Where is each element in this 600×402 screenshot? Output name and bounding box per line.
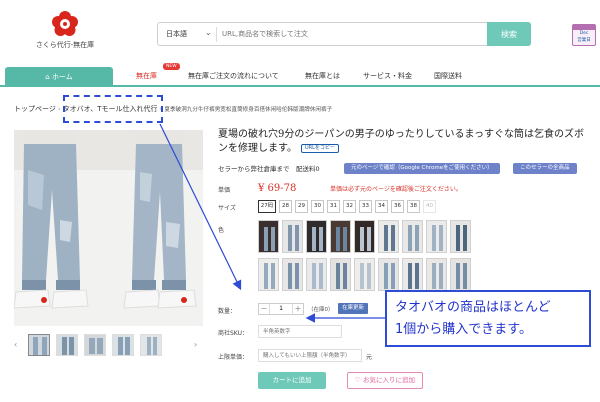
seller-items-button[interactable]: このセラーの全商品 [513, 163, 577, 174]
quantity-label: 数量： [218, 308, 237, 315]
site-logo[interactable]: さくら代行-無在庫 [30, 10, 100, 50]
limit-price-input[interactable] [258, 349, 362, 362]
sku-input[interactable] [258, 325, 342, 338]
business-calendar-icon[interactable]: Dec 営業日 [572, 24, 596, 46]
nav-item-shipping[interactable]: 国際送料 [434, 71, 462, 81]
language-select[interactable]: 日本語 [166, 29, 187, 39]
nav-home-label: ホーム [51, 73, 73, 81]
calendar-line1: Dec [579, 31, 589, 36]
quantity-stepper: － ＋ [258, 303, 304, 315]
limit-price-label: 上限単価： [218, 354, 249, 361]
qty-plus-button[interactable]: ＋ [292, 304, 303, 314]
size-option[interactable]: 36 [391, 200, 404, 213]
product-main-image[interactable] [14, 130, 203, 326]
thumbnail[interactable] [140, 334, 162, 356]
thumbnail[interactable] [84, 334, 106, 356]
chevron-down-icon[interactable]: ⌄ [205, 28, 212, 37]
calendar-line2: 営業日 [577, 38, 591, 43]
color-swatch[interactable] [354, 258, 375, 291]
size-option[interactable]: 32 [343, 200, 356, 213]
nav-item-order-flow[interactable]: 無在庫ご注文の流れについて [188, 71, 279, 81]
sku-label: 商社SKU： [218, 330, 248, 337]
nav-item-pricing[interactable]: サービス・料金 [363, 71, 412, 81]
nav-item-muzaiko[interactable]: 無在庫 [136, 71, 157, 81]
color-swatch[interactable] [330, 220, 351, 253]
home-icon: ⌂ [45, 73, 52, 81]
sakura-logo-icon [51, 10, 79, 36]
breadcrumb-current: 夏季破洞九分牛仔裤男宽松直筒修身百搭休闲哈伦韩版潮牌休闲裤子 [164, 107, 333, 113]
favorites-label: お気に入りに追加 [362, 376, 415, 384]
size-option[interactable]: 27码 [258, 200, 276, 213]
size-option[interactable]: 38 [407, 200, 420, 213]
limit-price-unit: 元 [366, 354, 373, 361]
size-option[interactable]: 29 [295, 200, 308, 213]
breadcrumb: トップページ › タオバオ、Tモール仕入れ代行 › 夏季破洞九分牛仔裤男宽松直筒修身百搭… [14, 105, 333, 113]
color-swatch[interactable] [402, 258, 423, 291]
breadcrumb-root[interactable]: トップページ [14, 105, 56, 113]
color-swatch[interactable] [426, 220, 447, 253]
stock-count: （在庫0） [308, 307, 334, 313]
color-swatch[interactable] [450, 220, 471, 253]
stock-update-button[interactable]: 在庫更新 [338, 303, 369, 314]
color-swatch[interactable] [258, 258, 279, 291]
heart-icon: ♡ [355, 376, 363, 384]
add-to-cart-button[interactable]: カートに追加 [258, 372, 326, 389]
new-badge: NEW [163, 63, 180, 70]
color-swatch[interactable] [330, 258, 351, 291]
thumbnail-strip: ‹ › [14, 334, 203, 356]
thumb-prev-button[interactable]: ‹ [14, 340, 17, 349]
color-swatch[interactable] [306, 258, 327, 291]
search-button[interactable]: 検索 [487, 22, 531, 46]
price-value: ¥ 69-78 [258, 183, 297, 194]
shipping-info: セラーから弊社倉庫まで 配送料0 [218, 165, 320, 173]
logo-text: さくら代行-無在庫 [35, 41, 95, 49]
size-option[interactable]: 31 [327, 200, 340, 213]
color-swatch[interactable] [450, 258, 471, 291]
size-label: サイズ [218, 205, 236, 212]
search-input[interactable] [222, 25, 486, 43]
thumbnail[interactable] [28, 334, 50, 356]
color-swatch[interactable] [426, 258, 447, 291]
annotation-line-2: 1個から購入できます。 [395, 322, 532, 337]
view-original-button[interactable]: 元のページで確認（Google Chromeをご使用ください） [344, 163, 500, 174]
color-swatch[interactable] [378, 258, 399, 291]
color-swatch[interactable] [258, 220, 279, 253]
thumb-next-button[interactable]: › [194, 340, 197, 349]
search-divider [216, 27, 217, 42]
annotation-line-1: タオバオの商品はほとんど [395, 300, 551, 315]
color-label: 色 [218, 227, 225, 234]
color-swatch[interactable] [282, 220, 303, 253]
quantity-input[interactable] [270, 304, 292, 314]
main-nav: ⌂ ホーム NEW 無在庫 無在庫ご注文の流れについて 無在庫とは サービス・料… [0, 63, 600, 87]
url-copy-button[interactable]: URLをコピー [301, 144, 339, 153]
add-to-favorites-button[interactable]: ♡ お気に入りに追加 [347, 372, 423, 389]
size-option[interactable]: 30 [311, 200, 324, 213]
color-swatch[interactable] [354, 220, 375, 253]
size-option[interactable]: 33 [359, 200, 372, 213]
nav-home[interactable]: ⌂ ホーム [5, 67, 113, 87]
size-option[interactable]: 40 [423, 200, 436, 213]
annotation-callout: タオバオの商品はほとんど 1個から購入できます。 [385, 290, 591, 347]
qty-minus-button[interactable]: － [259, 304, 270, 314]
size-option[interactable]: 28 [279, 200, 292, 213]
price-label: 単価 [218, 187, 231, 194]
search-bar: 日本語 ⌄ 検索 [157, 22, 531, 46]
thumbnail[interactable] [56, 334, 78, 356]
color-swatch[interactable] [378, 220, 399, 253]
thumbnail[interactable] [112, 334, 134, 356]
color-swatch[interactable] [282, 258, 303, 291]
size-option[interactable]: 34 [375, 200, 388, 213]
nav-item-about[interactable]: 無在庫とは [305, 71, 340, 81]
price-note: 単価は必ず元のページを確認後ご注文ください。 [330, 186, 462, 193]
color-swatch[interactable] [306, 220, 327, 253]
product-title-text: 夏場の破れ穴9分のジーパンの男子のゆったりしているまっすぐな筒は乞食のズボンを修… [218, 129, 585, 154]
highlight-box [63, 95, 163, 123]
color-swatch[interactable] [402, 220, 423, 253]
product-title: 夏場の破れ穴9分のジーパンの男子のゆったりしているまっすぐな筒は乞食のズボンを修… [218, 128, 588, 156]
